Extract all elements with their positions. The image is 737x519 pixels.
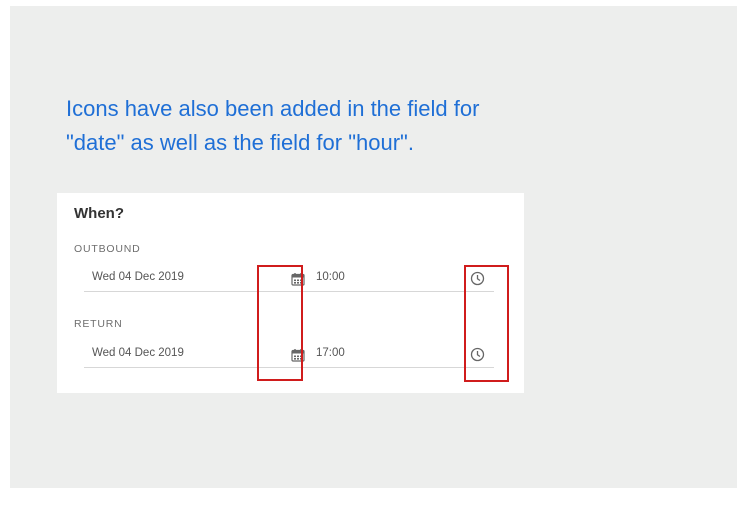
when-title: When? bbox=[74, 205, 124, 222]
caption-line-1: Icons have also been added in the field … bbox=[66, 96, 480, 121]
outbound-date-field[interactable]: Wed 04 Dec 2019 bbox=[92, 271, 184, 283]
hour-icon-highlight-box bbox=[464, 265, 509, 382]
slide: Icons have also been added in the field … bbox=[10, 6, 737, 488]
return-time-field[interactable]: 17:00 bbox=[316, 347, 345, 359]
outbound-time-field[interactable]: 10:00 bbox=[316, 271, 345, 283]
return-label: RETURN bbox=[74, 318, 123, 330]
outbound-label: OUTBOUND bbox=[74, 243, 141, 255]
when-form-screenshot: When? OUTBOUND Wed 04 Dec 2019 10:00 RET… bbox=[57, 193, 524, 393]
caption: Icons have also been added in the field … bbox=[66, 92, 626, 160]
return-date-field[interactable]: Wed 04 Dec 2019 bbox=[92, 347, 184, 359]
date-icon-highlight-box bbox=[257, 265, 303, 381]
caption-line-2: "date" as well as the field for "hour". bbox=[66, 130, 414, 155]
